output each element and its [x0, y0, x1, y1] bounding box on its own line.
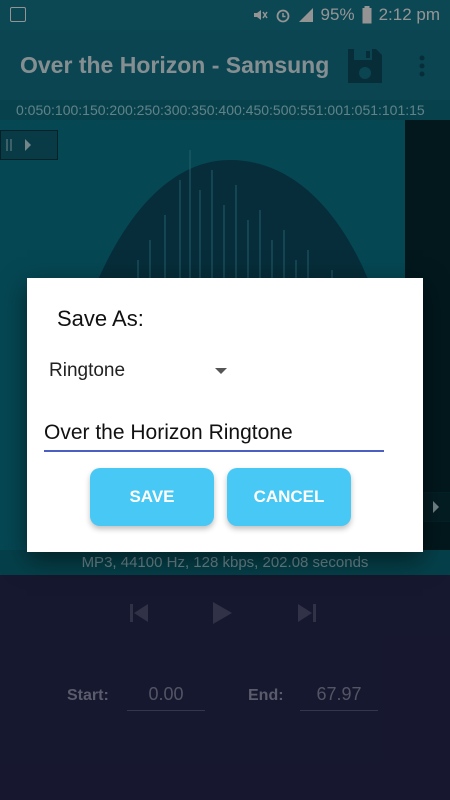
ringtone-type-select[interactable]: Ringtone: [49, 356, 233, 386]
cancel-button[interactable]: CANCEL: [227, 468, 351, 526]
dropdown-arrow-icon: [215, 368, 227, 374]
save-button[interactable]: SAVE: [90, 468, 214, 526]
ringtone-name-input[interactable]: Over the Horizon Ringtone: [44, 416, 384, 452]
ringtone-type-value: Ringtone: [49, 360, 126, 381]
dialog-title: Save As:: [57, 306, 144, 331]
save-as-dialog: Save As: Ringtone Over the Horizon Ringt…: [27, 278, 423, 552]
